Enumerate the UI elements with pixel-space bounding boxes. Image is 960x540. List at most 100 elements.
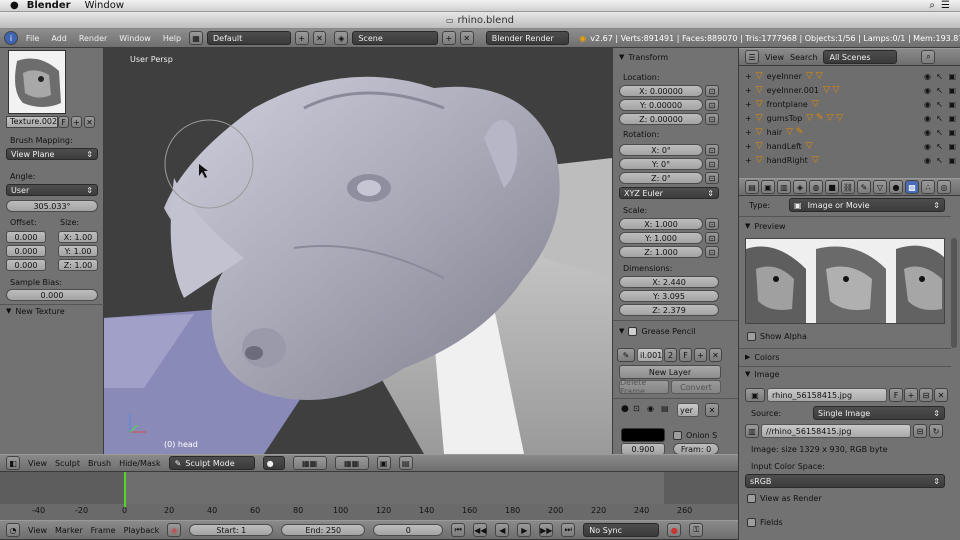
sample-bias-field[interactable]: 0.000 [6, 289, 98, 301]
close-icon[interactable]: ✕ [705, 403, 719, 417]
lock-icon[interactable]: ⊡ [705, 113, 719, 125]
size-z-field[interactable]: Z: 1.00 [58, 259, 98, 271]
image-fake-user[interactable]: F [889, 388, 903, 402]
dimension-z-field[interactable]: Z: 2.379 [619, 304, 719, 316]
list-icon[interactable]: ☰ [941, 0, 950, 11]
menu-marker[interactable]: Marker [55, 526, 83, 535]
brush-mapping-select[interactable]: View Plane ⇕ [6, 148, 98, 160]
eye-icon[interactable]: ◉ [924, 72, 931, 81]
add-icon[interactable]: + [904, 388, 918, 402]
angle-mode-select[interactable]: User ⇕ [6, 184, 98, 196]
new-texture-panel-header[interactable]: ▼ New Texture [6, 304, 65, 318]
lock-icon[interactable]: ⊡ [705, 246, 719, 258]
lock-icon[interactable]: ⊡ [705, 158, 719, 170]
fields-checkbox[interactable] [747, 517, 756, 527]
color-space-select[interactable]: sRGB ⇕ [745, 474, 945, 488]
constraints-tab-icon[interactable]: ⛓ [841, 180, 855, 194]
properties-editor-icon[interactable]: ▤ [745, 180, 759, 194]
source-select[interactable]: Single Image ⇕ [813, 406, 945, 420]
close-icon[interactable]: ✕ [709, 348, 722, 362]
dimension-x-field[interactable]: X: 2.440 [619, 276, 719, 288]
keying-set-icon[interactable]: ⚿ [689, 523, 704, 537]
apple-icon[interactable]: ● [10, 0, 19, 11]
convert-button[interactable]: Convert [671, 380, 721, 394]
physics-tab-icon[interactable]: ◎ [937, 180, 951, 194]
modifiers-tab-icon[interactable]: ✎ [857, 180, 871, 194]
record-icon[interactable]: ● [667, 523, 682, 537]
shading-select[interactable]: ● [262, 456, 285, 470]
render-icon[interactable]: ▣ [948, 142, 956, 151]
image-path-field[interactable]: //rhino_56158415.jpg [761, 424, 911, 438]
dimension-y-field[interactable]: Y: 3.095 [619, 290, 719, 302]
play-icon[interactable]: ▶ [517, 523, 532, 537]
render-icon[interactable]: ▣ [948, 72, 956, 81]
list-item[interactable]: + ▽ eyeInner ▽ ▽ ◉ ↖ ▣ [739, 69, 960, 83]
menu-view[interactable]: View [28, 459, 47, 468]
view-as-render-checkbox[interactable] [747, 493, 756, 503]
cursor-icon[interactable]: ↖ [936, 128, 943, 137]
eye-icon[interactable]: ◉ [924, 142, 931, 151]
current-frame-marker[interactable] [124, 472, 126, 508]
preview-panel-header[interactable]: ▼ Preview [745, 219, 786, 233]
view-as-render-toggle[interactable]: View as Render [747, 491, 822, 505]
texture-name-field[interactable]: Texture.002 [6, 116, 58, 128]
3d-view-editor-icon[interactable]: ◧ [6, 456, 20, 470]
scene-icon[interactable]: ◈ [334, 31, 349, 45]
menu-brush[interactable]: Brush [88, 459, 111, 468]
lock-icon[interactable]: ⊡ [633, 404, 640, 413]
rotation-mode-select[interactable]: XYZ Euler ⇕ [619, 187, 719, 199]
render-tab-icon[interactable]: ▣ [761, 180, 775, 194]
rotation-x-field[interactable]: X: 0° [619, 144, 703, 156]
timeline-editor-icon[interactable]: ◔ [6, 523, 20, 537]
texture-tab-icon[interactable]: ▩ [905, 180, 919, 194]
preview-range-icon[interactable]: ◉ [167, 523, 182, 537]
menu-help[interactable]: Help [159, 34, 185, 43]
texture-fake-user[interactable]: F [58, 116, 69, 128]
menu-render[interactable]: Render [75, 34, 111, 43]
3d-viewport[interactable]: User Persp (0) head [104, 48, 612, 454]
particles-tab-icon[interactable]: ∴ [921, 180, 935, 194]
menu-sculpt[interactable]: Sculpt [55, 459, 80, 468]
render-icon[interactable]: ▣ [948, 86, 956, 95]
lock-icon[interactable]: ⊡ [705, 232, 719, 244]
menu-hide-mask[interactable]: Hide/Mask [119, 459, 161, 468]
list-item[interactable]: + ▽ handLeft ▽ ◉ ↖ ▣ [739, 139, 960, 153]
add-icon[interactable]: + [694, 348, 707, 362]
folder-icon[interactable]: ⊟ [919, 388, 933, 402]
menu-playback[interactable]: Playback [124, 526, 160, 535]
prev-keyframe-icon[interactable]: ◀◀ [473, 523, 488, 537]
render-icon[interactable]: ▣ [948, 100, 956, 109]
layer-active-icon[interactable]: ● [621, 404, 629, 414]
start-frame-field[interactable]: Start: 1 [189, 524, 274, 536]
layout-icon[interactable]: ▦ [189, 31, 204, 45]
grease-pencil-users[interactable]: 2 [664, 348, 677, 362]
object-tab-icon[interactable]: ■ [825, 180, 839, 194]
camera-icon[interactable]: ▤ [398, 456, 413, 470]
eye-icon[interactable]: ◉ [924, 156, 931, 165]
end-frame-field[interactable]: End: 250 [281, 524, 366, 536]
lock-icon[interactable]: ⊡ [705, 218, 719, 230]
lock-icon[interactable]: ⊡ [705, 85, 719, 97]
scene-tab-icon[interactable]: ◈ [793, 180, 807, 194]
app-menu[interactable]: Blender [27, 0, 71, 11]
list-item[interactable]: + ▽ eyeInner.001 ▽ ▽ ◉ ↖ ▣ [739, 83, 960, 97]
colors-panel-header[interactable]: ▶ Colors [745, 350, 779, 364]
angle-value-field[interactable]: 305.033° [6, 200, 98, 212]
scale-x-field[interactable]: X: 1.000 [619, 218, 703, 230]
cursor-icon[interactable]: ↖ [936, 100, 943, 109]
render-icon[interactable]: ▣ [948, 156, 956, 165]
pack-icon[interactable]: ▥ [745, 424, 759, 438]
rotation-y-field[interactable]: Y: 0° [619, 158, 703, 170]
lock-icon[interactable]: ⊡ [705, 99, 719, 111]
info-editor-icon[interactable]: i [4, 31, 18, 45]
list-item[interactable]: + ▽ hair ▽ ✎ ◉ ↖ ▣ [739, 125, 960, 139]
material-tab-icon[interactable]: ● [889, 180, 903, 194]
onion-skin-toggle[interactable]: Onion S [673, 428, 717, 442]
scene-selector[interactable]: Scene [352, 31, 438, 45]
color-swatch[interactable] [621, 428, 665, 442]
texture-type-select[interactable]: ▣ Image or Movie ⇕ [789, 198, 945, 212]
remove-scene-icon[interactable]: ✕ [459, 31, 474, 45]
pencil-icon[interactable]: ✎ [617, 348, 635, 362]
list-item[interactable]: + ▽ gumsTop ▽ ✎ ▽ ▽ ◉ ↖ ▣ [739, 111, 960, 125]
menu-frame[interactable]: Frame [91, 526, 116, 535]
